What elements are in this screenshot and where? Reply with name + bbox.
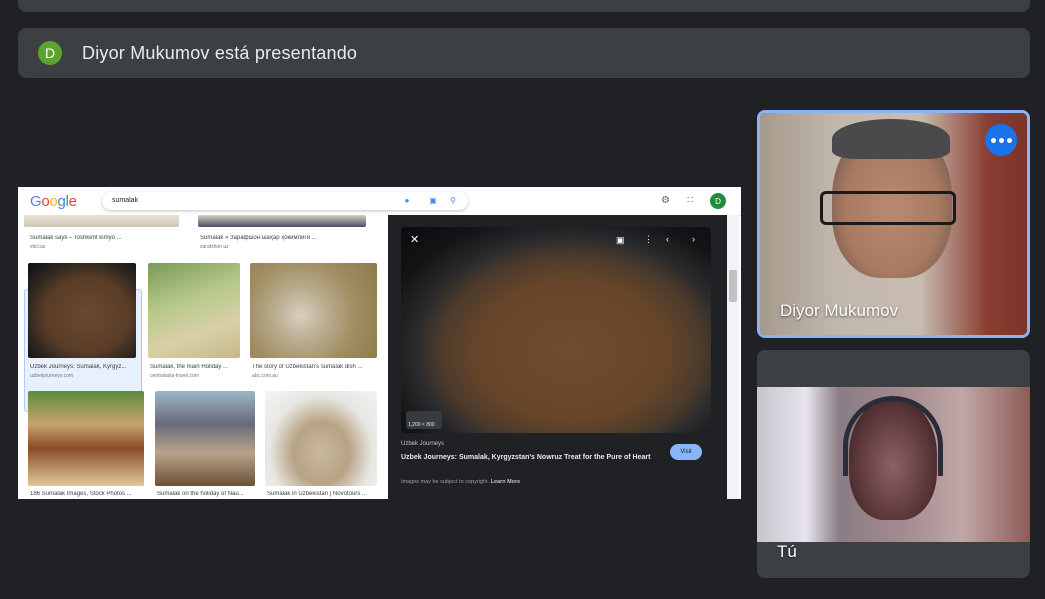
- image-viewer-panel: ✕ ▣ ⋮ ‹ › 1,200 × 800 Uzbek Journeys Uzb…: [388, 215, 727, 499]
- presenting-text: Diyor Mukumov está presentando: [82, 42, 358, 63]
- more-options-icon[interactable]: ⋮: [644, 234, 653, 245]
- chevron-left-icon[interactable]: ‹: [666, 234, 669, 244]
- result-caption[interactable]: Sumalak, the main Holiday ...: [150, 364, 240, 370]
- result-image[interactable]: [250, 263, 377, 358]
- viewer-source: Uzbek Journeys: [401, 441, 445, 447]
- result-source: uzbekjourneys.com: [30, 373, 74, 379]
- google-logo[interactable]: Google: [30, 193, 77, 210]
- copyright-notice: Images may be subject to copyright. Lear…: [401, 479, 520, 485]
- visit-button[interactable]: Visit: [670, 444, 702, 460]
- search-icon[interactable]: ⚲: [448, 196, 458, 206]
- search-box[interactable]: sumalak ● ▣ ⚲: [102, 192, 468, 210]
- presenting-banner: D Diyor Mukumov está presentando: [18, 28, 1030, 78]
- participant-tile[interactable]: Diyor Mukumov: [757, 110, 1030, 338]
- result-caption[interactable]: Sumalak » Зарафшон шаҳар ҳокимлиги ...: [200, 235, 370, 241]
- result-image[interactable]: [155, 391, 255, 486]
- preview-image[interactable]: [401, 227, 711, 433]
- participant-tile[interactable]: Tú: [757, 350, 1030, 578]
- scrollbar-thumb[interactable]: [729, 270, 737, 302]
- camera-icon[interactable]: ▣: [428, 196, 438, 206]
- participant-name: Tú: [777, 542, 797, 561]
- result-caption[interactable]: The story of Uzbekistan's sumalak dish .…: [252, 364, 377, 370]
- copyright-text: Images may be subject to copyright.: [401, 479, 490, 485]
- result-source: centralasia-travel.com: [150, 373, 199, 379]
- result-image[interactable]: [198, 215, 366, 227]
- result-image[interactable]: [28, 391, 144, 486]
- apps-grid-icon[interactable]: ∷: [687, 195, 693, 206]
- result-image[interactable]: [148, 263, 240, 358]
- result-source: abc.com.au: [252, 373, 278, 379]
- shared-screen[interactable]: Google sumalak ● ▣ ⚲ ⚙ ∷ D Sumalak sayli…: [18, 187, 741, 499]
- chevron-right-icon[interactable]: ›: [692, 234, 695, 244]
- lens-icon[interactable]: ▣: [616, 235, 625, 246]
- image-size-badge: 1,200 × 800: [406, 411, 442, 429]
- result-caption[interactable]: 186 Sumalak Images, Stock Photos ...: [30, 491, 144, 497]
- hair: [832, 119, 950, 159]
- viewer-title[interactable]: Uzbek Journeys: Sumalak, Kyrgyzstan's No…: [401, 453, 651, 463]
- image-results: Sumalak sayli – Toshkent kimyo ... sticl…: [18, 215, 388, 499]
- result-source: zarafshon.uz: [200, 244, 229, 250]
- more-options-button[interactable]: [985, 124, 1017, 156]
- result-image[interactable]: [28, 263, 136, 358]
- mic-icon[interactable]: ●: [402, 196, 412, 206]
- presenter-avatar: D: [38, 41, 62, 65]
- result-caption[interactable]: Uzbek Journeys: Sumalak, Kyrgyz...: [30, 364, 136, 370]
- scrollbar[interactable]: [727, 215, 739, 499]
- account-avatar[interactable]: D: [710, 193, 726, 209]
- search-query[interactable]: sumalak: [112, 197, 138, 204]
- result-caption[interactable]: Sumalak in Uzbekistan | Novotours ...: [267, 491, 377, 497]
- result-image[interactable]: [265, 391, 377, 486]
- result-image[interactable]: [24, 215, 179, 227]
- top-panel: [18, 0, 1030, 12]
- glasses: [820, 191, 956, 225]
- close-icon[interactable]: ✕: [410, 233, 419, 246]
- settings-icon[interactable]: ⚙: [661, 195, 670, 206]
- participant-name: Diyor Mukumov: [780, 301, 899, 320]
- result-source: sticl.uz: [30, 244, 46, 250]
- google-header: Google sumalak ● ▣ ⚲ ⚙ ∷ D: [18, 187, 741, 216]
- result-caption[interactable]: Sumalak sayli – Toshkent kimyo ...: [30, 235, 180, 241]
- result-caption[interactable]: Sumalak on the holiday of Nau...: [157, 491, 255, 497]
- learn-more-link[interactable]: Learn More: [491, 479, 521, 485]
- image-size: 1,200 × 800: [408, 422, 435, 428]
